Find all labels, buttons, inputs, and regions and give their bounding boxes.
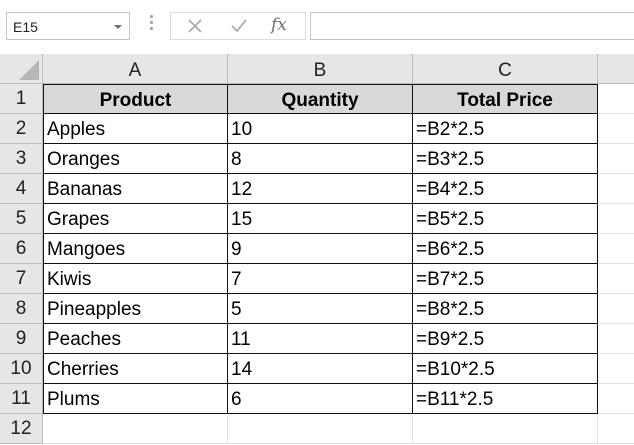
cell-a5[interactable]: Grapes [43, 204, 228, 234]
row-header-10[interactable]: 10 [0, 354, 43, 384]
row-header-7[interactable]: 7 [0, 264, 43, 294]
empty-cell[interactable] [598, 84, 634, 114]
cell-c7[interactable]: =B7*2.5 [413, 264, 598, 294]
cell-a8[interactable]: Pineapples [43, 294, 228, 324]
formula-input[interactable] [310, 12, 634, 40]
cancel-icon[interactable] [181, 15, 209, 37]
cell-a11[interactable]: Plums [43, 384, 228, 414]
column-header-b[interactable]: B [228, 54, 413, 84]
cell-b5[interactable]: 15 [228, 204, 413, 234]
row-header-12[interactable]: 12 [0, 414, 43, 444]
cell-c10[interactable]: =B10*2.5 [413, 354, 598, 384]
cell-c4[interactable]: =B4*2.5 [413, 174, 598, 204]
cell-b6[interactable]: 9 [228, 234, 413, 264]
column-header-c[interactable]: C [413, 54, 598, 84]
empty-cell[interactable] [598, 204, 634, 234]
empty-cell[interactable] [228, 414, 413, 444]
empty-cell[interactable] [598, 384, 634, 414]
drag-handle-icon[interactable] [150, 15, 153, 35]
cell-b11[interactable]: 6 [228, 384, 413, 414]
empty-cell[interactable] [598, 414, 634, 444]
cell-c9[interactable]: =B9*2.5 [413, 324, 598, 354]
insert-function-icon[interactable]: fx [271, 15, 287, 35]
cell-a6[interactable]: Mangoes [43, 234, 228, 264]
row-header-4[interactable]: 4 [0, 174, 43, 204]
cell-b4[interactable]: 12 [228, 174, 413, 204]
empty-cell[interactable] [598, 324, 634, 354]
column-header-d[interactable] [598, 54, 634, 84]
cell-b2[interactable]: 10 [228, 114, 413, 144]
chevron-down-icon[interactable] [114, 25, 122, 29]
empty-cell[interactable] [43, 414, 228, 444]
cell-c6[interactable]: =B6*2.5 [413, 234, 598, 264]
cell-c2[interactable]: =B2*2.5 [413, 114, 598, 144]
select-all-button[interactable] [0, 54, 43, 84]
cell-a2[interactable]: Apples [43, 114, 228, 144]
name-box-value: E15 [13, 19, 38, 35]
enter-check-icon[interactable] [225, 15, 253, 37]
cell-b7[interactable]: 7 [228, 264, 413, 294]
column-header-a[interactable]: A [43, 54, 228, 84]
empty-cell[interactable] [598, 174, 634, 204]
cell-a9[interactable]: Peaches [43, 324, 228, 354]
select-all-triangle-icon [19, 60, 39, 80]
row-header-5[interactable]: 5 [0, 204, 43, 234]
header-cell-a[interactable]: Product [43, 84, 228, 114]
row-header-3[interactable]: 3 [0, 144, 43, 174]
cell-a7[interactable]: Kiwis [43, 264, 228, 294]
empty-cell[interactable] [598, 294, 634, 324]
header-cell-b[interactable]: Quantity [228, 84, 413, 114]
row-header-1[interactable]: 1 [0, 84, 43, 114]
cell-b9[interactable]: 11 [228, 324, 413, 354]
row-header-2[interactable]: 2 [0, 114, 43, 144]
cell-b10[interactable]: 14 [228, 354, 413, 384]
row-header-9[interactable]: 9 [0, 324, 43, 354]
name-box[interactable]: E15 [6, 12, 130, 40]
empty-cell[interactable] [413, 414, 598, 444]
empty-cell[interactable] [598, 354, 634, 384]
row-header-8[interactable]: 8 [0, 294, 43, 324]
cell-a4[interactable]: Bananas [43, 174, 228, 204]
cell-c5[interactable]: =B5*2.5 [413, 204, 598, 234]
formula-buttons: fx [170, 12, 306, 40]
row-header-11[interactable]: 11 [0, 384, 43, 414]
row-header-6[interactable]: 6 [0, 234, 43, 264]
cell-a3[interactable]: Oranges [43, 144, 228, 174]
formula-bar: E15 fx [0, 0, 634, 54]
empty-cell[interactable] [598, 114, 634, 144]
cell-b3[interactable]: 8 [228, 144, 413, 174]
cell-c3[interactable]: =B3*2.5 [413, 144, 598, 174]
header-cell-c[interactable]: Total Price [413, 84, 598, 114]
cell-b8[interactable]: 5 [228, 294, 413, 324]
cell-c8[interactable]: =B8*2.5 [413, 294, 598, 324]
cell-a10[interactable]: Cherries [43, 354, 228, 384]
spreadsheet-grid: A B C 1 2 3 4 5 6 7 8 9 10 11 12 Product Quantity Tot… [0, 54, 634, 445]
cell-c11[interactable]: =B11*2.5 [413, 384, 598, 414]
empty-cell[interactable] [598, 144, 634, 174]
empty-cell[interactable] [598, 234, 634, 264]
empty-cell[interactable] [598, 264, 634, 294]
